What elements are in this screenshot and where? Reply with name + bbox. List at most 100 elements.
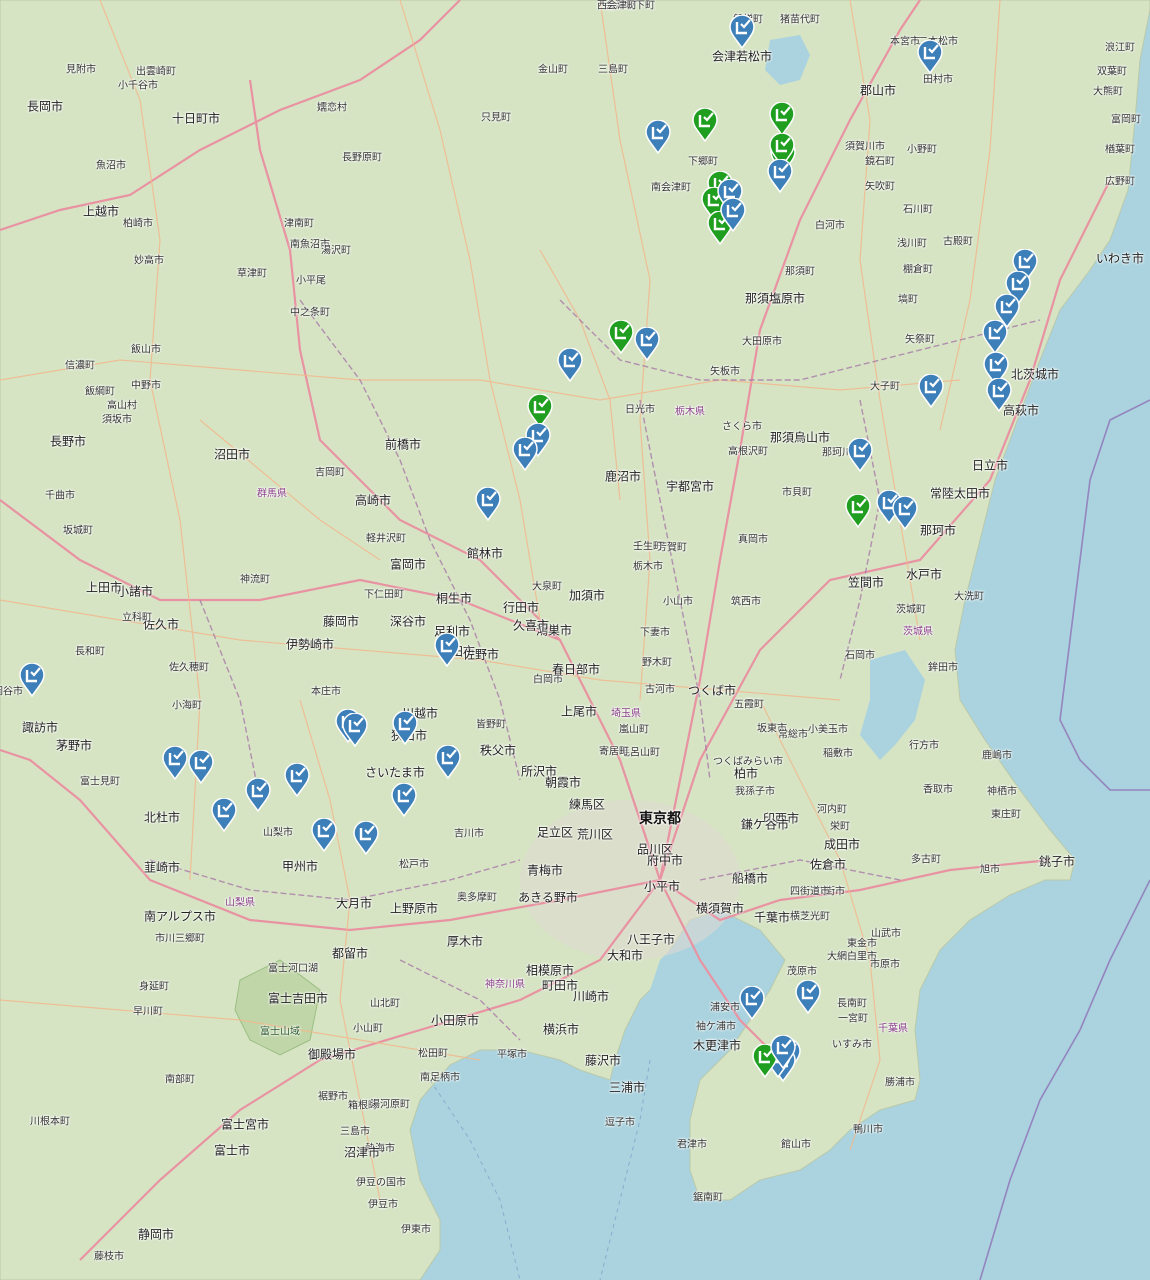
place-label: 湯河原町 xyxy=(370,1099,410,1111)
map-pin-icon xyxy=(986,378,1012,412)
place-label: 須坂市 xyxy=(102,414,132,426)
blue-map-marker[interactable] xyxy=(512,437,538,471)
blue-map-marker[interactable] xyxy=(739,986,765,1020)
place-label: 神栖市 xyxy=(987,786,1017,798)
place-label: 厚木市 xyxy=(446,934,484,949)
place-label: 津南町 xyxy=(284,218,314,230)
blue-map-marker[interactable] xyxy=(918,374,944,408)
blue-map-marker[interactable] xyxy=(557,348,583,382)
green-map-marker[interactable] xyxy=(845,494,871,528)
place-label: 宇都宮市 xyxy=(665,479,715,494)
place-label: 大洗町 xyxy=(954,591,984,603)
blue-map-marker[interactable] xyxy=(982,320,1008,354)
blue-map-marker[interactable] xyxy=(342,713,368,747)
green-map-marker[interactable] xyxy=(769,102,795,136)
blue-map-marker[interactable] xyxy=(353,821,379,855)
place-label: 館山市 xyxy=(781,1139,811,1151)
place-label: 北杜市 xyxy=(143,810,181,825)
map-pin-icon xyxy=(634,327,660,361)
place-label: 三島市 xyxy=(340,1126,370,1138)
place-label: 寄居町 xyxy=(599,746,629,758)
place-label: 古河市 xyxy=(645,684,675,696)
green-map-marker[interactable] xyxy=(608,320,634,354)
blue-map-marker[interactable] xyxy=(986,378,1012,412)
place-label: 魚沼市 xyxy=(96,160,126,172)
blue-map-marker[interactable] xyxy=(634,327,660,361)
place-label: いすみ市 xyxy=(832,1039,872,1051)
place-label: 静岡市 xyxy=(137,1227,175,1242)
map-pin-icon xyxy=(770,1035,796,1069)
place-label: 御殿場市 xyxy=(307,1047,357,1062)
place-label: 皆野町 xyxy=(476,719,506,731)
blue-map-marker[interactable] xyxy=(392,711,418,745)
map-pin-icon xyxy=(917,40,943,74)
place-label: 大田原市 xyxy=(742,336,782,348)
blue-map-marker[interactable] xyxy=(211,798,237,832)
blue-map-marker[interactable] xyxy=(795,980,821,1014)
blue-map-marker[interactable] xyxy=(847,438,873,472)
blue-map-marker[interactable] xyxy=(917,40,943,74)
blue-map-marker[interactable] xyxy=(311,818,337,852)
blue-map-marker[interactable] xyxy=(162,746,188,780)
place-label: 下郷町 xyxy=(688,156,718,168)
map-pin-icon xyxy=(162,746,188,780)
blue-map-marker[interactable] xyxy=(729,15,755,49)
place-label: 東京都 xyxy=(639,811,681,827)
place-label: 西会津町 xyxy=(597,0,637,12)
place-label: 小山市 xyxy=(663,596,693,608)
place-label: 柏崎市 xyxy=(123,218,153,230)
place-label: 小千谷市 xyxy=(118,80,158,92)
map-pin-icon xyxy=(739,986,765,1020)
place-label: 本庄市 xyxy=(311,686,341,698)
blue-map-marker[interactable] xyxy=(720,198,746,232)
blue-map-marker[interactable] xyxy=(284,763,310,797)
place-label: 川根本町 xyxy=(30,1116,70,1128)
place-label: 出雲崎町 xyxy=(136,66,176,78)
blue-map-marker[interactable] xyxy=(645,120,671,154)
place-label: 長和町 xyxy=(75,646,105,658)
place-label: 長南町 xyxy=(837,998,867,1010)
place-label: 石岡市 xyxy=(845,650,875,662)
blue-map-marker[interactable] xyxy=(391,783,417,817)
place-label: 湯沢町 xyxy=(321,245,351,257)
place-label: 下妻市 xyxy=(640,627,670,639)
green-map-marker[interactable] xyxy=(692,108,718,142)
place-label: 鹿沼市 xyxy=(604,469,642,484)
place-label: 野木町 xyxy=(642,657,672,669)
place-label: 吉川市 xyxy=(454,828,484,840)
blue-map-marker[interactable] xyxy=(434,633,460,667)
blue-map-marker[interactable] xyxy=(188,750,214,784)
place-label: 前橋市 xyxy=(384,437,422,452)
map-pin-icon xyxy=(918,374,944,408)
place-label: 浦安市 xyxy=(710,1002,740,1014)
blue-map-marker[interactable] xyxy=(19,663,45,697)
place-label: 茨城県 xyxy=(903,626,933,638)
place-label: 成田市 xyxy=(823,837,861,852)
place-label: 中野市 xyxy=(131,380,161,392)
place-label: 市川三郷町 xyxy=(155,933,205,945)
place-label: さくら市 xyxy=(722,421,762,433)
blue-map-marker[interactable] xyxy=(770,1035,796,1069)
place-label: 双葉町 xyxy=(1097,66,1127,78)
place-label: 銚子市 xyxy=(1038,854,1076,869)
blue-map-marker[interactable] xyxy=(245,778,271,812)
place-label: 日立市 xyxy=(971,458,1009,473)
place-label: 相模原市 xyxy=(525,963,575,978)
place-label: 常総市 xyxy=(778,729,808,741)
place-label: 河内町 xyxy=(817,804,847,816)
place-label: 坂城町 xyxy=(63,525,93,537)
place-label: 佐野市 xyxy=(462,647,500,662)
blue-map-marker[interactable] xyxy=(435,745,461,779)
blue-map-marker[interactable] xyxy=(892,496,918,530)
place-label: さいたま市 xyxy=(365,765,425,780)
map-pin-icon xyxy=(19,663,45,697)
place-label: 富士吉田市 xyxy=(267,991,329,1006)
place-label: 栄町 xyxy=(830,821,850,833)
blue-map-marker[interactable] xyxy=(475,487,501,521)
place-label: 足立区 xyxy=(536,825,574,840)
place-label: 広野町 xyxy=(1105,176,1135,188)
place-label: 川崎市 xyxy=(572,989,610,1004)
place-label: 埼玉県 xyxy=(611,708,641,720)
map-canvas[interactable]: 会津坂下町磐梯町猪苗代町会津若松市二本松市本宮市郡山市田村市浪江町双葉町大熊町富… xyxy=(0,0,1150,1280)
blue-map-marker[interactable] xyxy=(767,159,793,193)
